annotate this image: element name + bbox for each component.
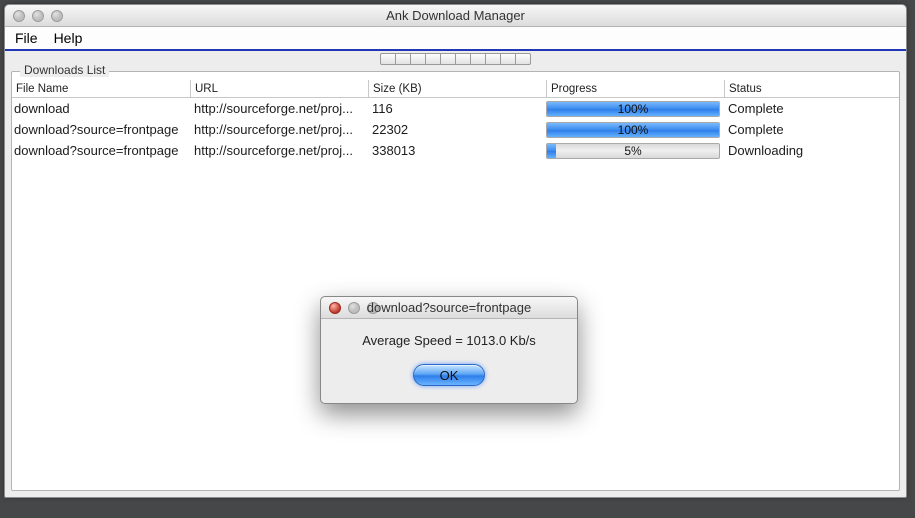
downloads-panel: Downloads List File Name URL Size (KB) P… bbox=[11, 71, 900, 491]
cell-filename: download?source=frontpage bbox=[12, 143, 190, 158]
cell-size: 22302 bbox=[368, 122, 546, 137]
cell-filename: download bbox=[12, 101, 190, 116]
col-url[interactable]: URL bbox=[190, 80, 368, 98]
cell-url: http://sourceforge.net/proj... bbox=[190, 143, 368, 158]
col-size[interactable]: Size (KB) bbox=[368, 80, 546, 98]
col-progress[interactable]: Progress bbox=[546, 80, 724, 98]
toolbar-strip bbox=[380, 53, 531, 65]
toolbar-button[interactable] bbox=[515, 53, 531, 65]
menubar: File Help bbox=[5, 27, 906, 51]
toolbar-button[interactable] bbox=[440, 53, 456, 65]
panel-legend: Downloads List bbox=[20, 63, 109, 77]
window-title: Ank Download Manager bbox=[5, 8, 906, 23]
progress-label: 100% bbox=[547, 123, 719, 137]
cell-size: 116 bbox=[368, 101, 546, 116]
table-row[interactable]: download?source=frontpagehttp://sourcefo… bbox=[12, 140, 899, 161]
progress-bar: 100% bbox=[546, 122, 720, 138]
cell-filename: download?source=frontpage bbox=[12, 122, 190, 137]
dialog-body: Average Speed = 1013.0 Kb/s OK bbox=[321, 319, 577, 403]
minimize-icon[interactable] bbox=[348, 302, 360, 314]
toolbar-button[interactable] bbox=[380, 53, 396, 65]
speed-dialog: download?source=frontpage Average Speed … bbox=[320, 296, 578, 404]
cell-size: 338013 bbox=[368, 143, 546, 158]
window-controls bbox=[5, 10, 63, 22]
dialog-titlebar[interactable]: download?source=frontpage bbox=[321, 297, 577, 319]
close-icon[interactable] bbox=[13, 10, 25, 22]
toolbar-button[interactable] bbox=[455, 53, 471, 65]
toolbar-button[interactable] bbox=[410, 53, 426, 65]
toolbar bbox=[5, 51, 906, 67]
table-body: downloadhttp://sourceforge.net/proj...11… bbox=[12, 98, 899, 161]
cell-progress: 100% bbox=[546, 120, 724, 140]
progress-bar: 5% bbox=[546, 143, 720, 159]
toolbar-button[interactable] bbox=[485, 53, 501, 65]
cell-url: http://sourceforge.net/proj... bbox=[190, 122, 368, 137]
col-status[interactable]: Status bbox=[724, 80, 902, 98]
toolbar-button[interactable] bbox=[395, 53, 411, 65]
progress-bar: 100% bbox=[546, 101, 720, 117]
cell-progress: 5% bbox=[546, 141, 724, 161]
zoom-icon[interactable] bbox=[367, 302, 379, 314]
cell-status: Complete bbox=[724, 101, 902, 116]
menu-file[interactable]: File bbox=[15, 30, 38, 46]
zoom-icon[interactable] bbox=[51, 10, 63, 22]
progress-label: 5% bbox=[547, 144, 719, 158]
col-filename[interactable]: File Name bbox=[12, 80, 190, 98]
close-icon[interactable] bbox=[329, 302, 341, 314]
dialog-actions: OK bbox=[413, 364, 485, 386]
toolbar-button[interactable] bbox=[470, 53, 486, 65]
dialog-message: Average Speed = 1013.0 Kb/s bbox=[362, 333, 536, 348]
downloads-table: File Name URL Size (KB) Progress Status … bbox=[12, 72, 899, 161]
cell-progress: 100% bbox=[546, 99, 724, 119]
table-header: File Name URL Size (KB) Progress Status bbox=[12, 80, 899, 98]
main-window: Ank Download Manager File Help Downloads… bbox=[4, 4, 907, 498]
cell-url: http://sourceforge.net/proj... bbox=[190, 101, 368, 116]
toolbar-button[interactable] bbox=[425, 53, 441, 65]
minimize-icon[interactable] bbox=[32, 10, 44, 22]
dialog-window-controls bbox=[321, 302, 379, 314]
table-row[interactable]: downloadhttp://sourceforge.net/proj...11… bbox=[12, 98, 899, 119]
toolbar-button[interactable] bbox=[500, 53, 516, 65]
cell-status: Complete bbox=[724, 122, 902, 137]
main-titlebar[interactable]: Ank Download Manager bbox=[5, 5, 906, 27]
menu-help[interactable]: Help bbox=[54, 30, 83, 46]
cell-status: Downloading bbox=[724, 143, 902, 158]
table-row[interactable]: download?source=frontpagehttp://sourcefo… bbox=[12, 119, 899, 140]
ok-button[interactable]: OK bbox=[413, 364, 485, 386]
progress-label: 100% bbox=[547, 102, 719, 116]
